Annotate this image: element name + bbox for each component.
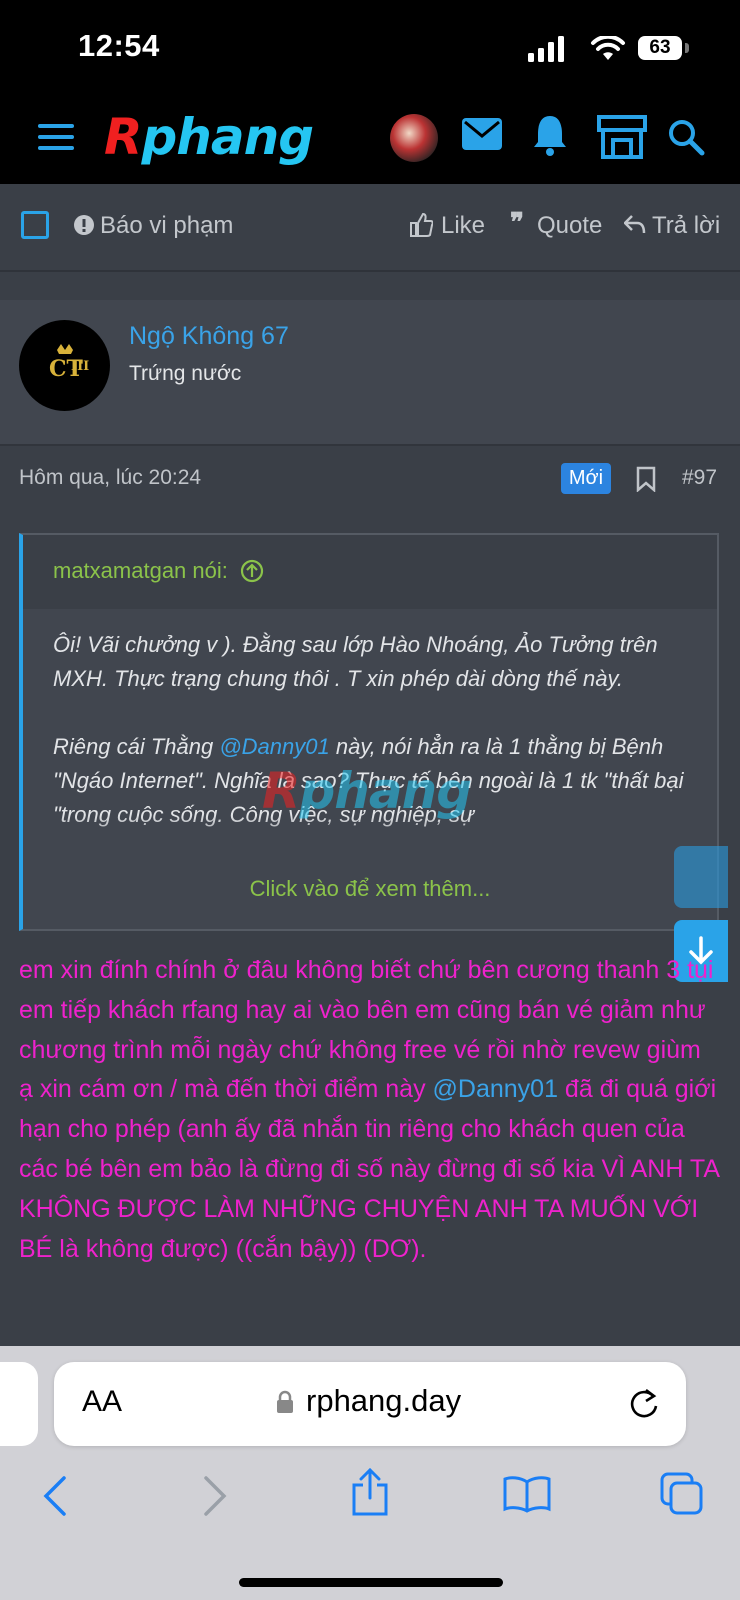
user-info-block bbox=[0, 300, 740, 446]
reply-icon bbox=[624, 215, 646, 234]
user-avatar[interactable]: CT III bbox=[19, 320, 110, 411]
quote-fade bbox=[23, 815, 717, 855]
search-icon[interactable] bbox=[667, 118, 705, 156]
share-icon[interactable] bbox=[350, 1468, 390, 1518]
user-name[interactable]: Ngộ Không 67 bbox=[129, 322, 289, 351]
quote-author-label: matxamatgan nói: bbox=[53, 558, 228, 583]
select-checkbox[interactable] bbox=[21, 211, 49, 239]
site-logo[interactable]: Rphang bbox=[104, 108, 314, 166]
avatar[interactable] bbox=[390, 114, 438, 162]
battery-indicator: 63 bbox=[638, 36, 682, 60]
status-time: 12:54 bbox=[78, 28, 160, 63]
post-content: em xin đính chính ở đâu không biết chứ b… bbox=[19, 956, 719, 1263]
user-title: Trứng nước bbox=[129, 362, 242, 385]
quote-button[interactable]: Quote bbox=[537, 212, 602, 240]
like-button[interactable]: Like bbox=[441, 212, 485, 240]
battery-tip bbox=[685, 43, 689, 53]
bookmark-icon[interactable] bbox=[636, 466, 656, 492]
wifi-icon bbox=[591, 36, 625, 60]
warning-icon bbox=[74, 215, 94, 235]
quote-icon: ❞ bbox=[510, 207, 524, 237]
bell-icon[interactable] bbox=[532, 114, 568, 156]
jump-to-quote-icon[interactable] bbox=[240, 559, 264, 583]
watermark-logo: Rphang bbox=[262, 762, 472, 820]
back-icon[interactable] bbox=[42, 1476, 68, 1516]
home-indicator bbox=[239, 1578, 503, 1587]
menu-icon[interactable] bbox=[38, 124, 74, 150]
reload-icon[interactable] bbox=[629, 1388, 659, 1420]
signal-icon bbox=[528, 36, 564, 62]
lock-icon bbox=[277, 1390, 293, 1413]
quote-paragraph-1: Ôi! Vãi chưởng v ). Đằng sau lớp Hào Nho… bbox=[53, 632, 658, 691]
store-icon[interactable] bbox=[596, 114, 648, 160]
forward-icon[interactable] bbox=[202, 1476, 228, 1516]
bookmarks-icon[interactable] bbox=[502, 1474, 552, 1514]
quote-mention-link[interactable]: @Danny01 bbox=[219, 734, 329, 759]
report-button[interactable]: Báo vi phạm bbox=[100, 212, 233, 240]
post-timestamp[interactable]: Hôm qua, lúc 20:24 bbox=[19, 466, 201, 490]
quote-author[interactable]: matxamatgan nói: bbox=[53, 558, 264, 584]
url-text[interactable]: rphang.day bbox=[306, 1383, 461, 1419]
new-badge: Mới bbox=[561, 463, 611, 494]
thumbs-up-icon bbox=[410, 212, 433, 237]
scroll-up-button[interactable] bbox=[674, 846, 728, 908]
expand-quote-link[interactable]: Click vào để xem thêm... bbox=[23, 876, 717, 902]
previous-tab-card[interactable] bbox=[0, 1362, 38, 1446]
reply-button[interactable]: Trả lời bbox=[652, 212, 720, 240]
mail-icon[interactable] bbox=[462, 118, 502, 150]
post-number[interactable]: #97 bbox=[682, 466, 717, 490]
svg-text:III: III bbox=[71, 359, 89, 374]
tabs-icon[interactable] bbox=[660, 1472, 704, 1516]
mention-link[interactable]: @Danny01 bbox=[433, 1075, 558, 1103]
reader-options-button[interactable]: AA bbox=[82, 1385, 122, 1419]
